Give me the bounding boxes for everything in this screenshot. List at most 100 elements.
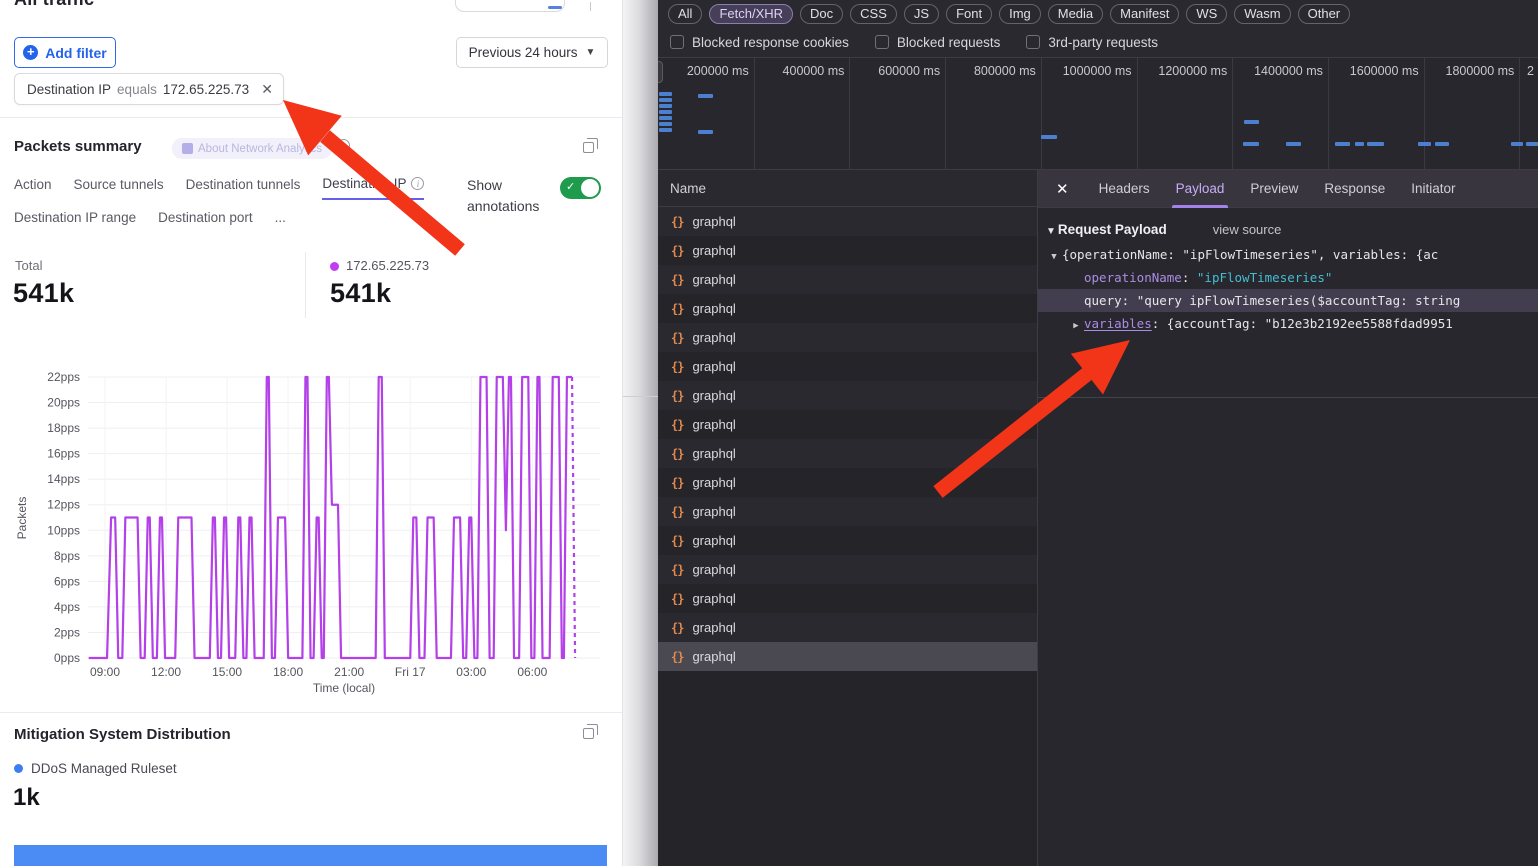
close-icon[interactable]: ✕ xyxy=(1056,180,1069,198)
request-row[interactable]: {}graphql xyxy=(658,381,1037,410)
detail-tab-headers[interactable]: Headers xyxy=(1099,170,1150,208)
checkbox-blocked-response-cookies[interactable]: Blocked response cookies xyxy=(670,35,849,50)
timeline-tick-label: 1000000 ms xyxy=(1063,64,1132,78)
about-network-analytics-badge[interactable]: About Network Analytics xyxy=(172,138,332,159)
request-row[interactable]: {}graphql xyxy=(658,207,1037,236)
svg-text:Fri 17: Fri 17 xyxy=(395,665,426,679)
filter-tab-ws[interactable]: WS xyxy=(1186,4,1227,24)
svg-text:22pps: 22pps xyxy=(47,370,80,384)
checkbox-3rd-party-requests[interactable]: 3rd-party requests xyxy=(1026,35,1158,50)
packets-summary-tabs-row1: Action Source tunnels Destination tunnels D… xyxy=(14,176,424,200)
filter-tab-all[interactable]: All xyxy=(668,4,702,24)
svg-text:03:00: 03:00 xyxy=(456,665,486,679)
payload-summary-line[interactable]: ▼{operationName: "ipFlowTimeseries", var… xyxy=(1038,243,1538,266)
request-row[interactable]: {}graphql xyxy=(658,294,1037,323)
tab-action[interactable]: Action xyxy=(14,176,52,200)
request-timing-mark xyxy=(659,122,672,126)
filter-tab-font[interactable]: Font xyxy=(946,4,992,24)
show-annotations-toggle[interactable]: ✓ xyxy=(560,177,601,199)
tab-source-tunnels[interactable]: Source tunnels xyxy=(74,176,164,200)
request-timing-mark xyxy=(659,116,672,120)
svg-text:14pps: 14pps xyxy=(47,472,80,486)
tab-destination-ip[interactable]: Destination IPi xyxy=(322,176,424,200)
request-row[interactable]: {}graphql xyxy=(658,613,1037,642)
svg-text:0pps: 0pps xyxy=(54,651,80,665)
filter-tab-img[interactable]: Img xyxy=(999,4,1041,24)
filter-tab-js[interactable]: JS xyxy=(904,4,939,24)
request-row[interactable]: {}graphql xyxy=(658,265,1037,294)
timeline-gridline xyxy=(1328,58,1329,170)
request-payload-section[interactable]: ▼Request Payload xyxy=(1046,222,1167,237)
request-row[interactable]: {}graphql xyxy=(658,555,1037,584)
divider xyxy=(305,252,306,318)
json-braces-icon: {} xyxy=(671,360,683,374)
json-braces-icon: {} xyxy=(671,302,683,316)
request-row[interactable]: {}graphql xyxy=(658,323,1037,352)
request-row[interactable]: {}graphql xyxy=(658,352,1037,381)
filter-tab-css[interactable]: CSS xyxy=(850,4,897,24)
triangle-down-icon[interactable]: ▼ xyxy=(1046,246,1062,266)
filter-tab-doc[interactable]: Doc xyxy=(800,4,843,24)
request-timing-mark xyxy=(659,92,672,96)
timeline-tick-label: 800000 ms xyxy=(974,64,1036,78)
name-column-header[interactable]: Name xyxy=(658,170,1037,207)
svg-text:06:00: 06:00 xyxy=(517,665,547,679)
svg-text:16pps: 16pps xyxy=(47,447,80,461)
copy-panel-icon[interactable] xyxy=(583,728,594,739)
filter-tab-media[interactable]: Media xyxy=(1048,4,1103,24)
tab--[interactable]: ... xyxy=(275,210,286,232)
detail-tab-initiator[interactable]: Initiator xyxy=(1411,170,1455,208)
json-braces-icon: {} xyxy=(671,505,683,519)
timeline-tick-label: 1400000 ms xyxy=(1254,64,1323,78)
request-timing-mark xyxy=(1286,142,1301,146)
checkbox-blocked-requests[interactable]: Blocked requests xyxy=(875,35,1001,50)
request-list: Name {}graphql{}graphql{}graphql{}graphq… xyxy=(658,170,1038,866)
total-value: 541k xyxy=(13,278,74,309)
json-braces-icon: {} xyxy=(671,273,683,287)
timeline-gridline xyxy=(1232,58,1233,170)
request-row[interactable]: {}graphql xyxy=(658,526,1037,555)
payload-operation-line[interactable]: operationName: "ipFlowTimeseries" xyxy=(1038,266,1538,289)
filter-tab-fetch-xhr[interactable]: Fetch/XHR xyxy=(709,4,793,24)
request-row[interactable]: {}graphql xyxy=(658,497,1037,526)
filter-tab-manifest[interactable]: Manifest xyxy=(1110,4,1179,24)
request-row[interactable]: {}graphql xyxy=(658,410,1037,439)
filter-chip[interactable]: Destination IP equals 172.65.225.73 ✕ xyxy=(14,73,284,105)
timeline-drag-handle[interactable] xyxy=(658,61,663,83)
request-detail-panel: ✕ Headers Payload Preview Response Initiator… xyxy=(1038,170,1538,866)
detail-tab-response[interactable]: Response xyxy=(1324,170,1385,208)
tab-destination-port[interactable]: Destination port xyxy=(158,210,253,232)
copy-panel-icon[interactable] xyxy=(583,142,594,153)
triangle-right-icon[interactable]: ▶ xyxy=(1068,315,1084,335)
detail-tab-preview[interactable]: Preview xyxy=(1250,170,1298,208)
series-legend-dot xyxy=(330,262,339,271)
timeline-gridline xyxy=(945,58,946,170)
tab-destination-ip-range[interactable]: Destination IP range xyxy=(14,210,136,232)
checkbox-icon xyxy=(1026,35,1040,49)
request-row[interactable]: {}graphql xyxy=(658,642,1037,671)
request-row[interactable]: {}graphql xyxy=(658,236,1037,265)
add-filter-button[interactable]: + Add filter xyxy=(14,37,116,68)
detail-tab-payload[interactable]: Payload xyxy=(1176,170,1225,208)
request-row[interactable]: {}graphql xyxy=(658,584,1037,613)
tab-destination-tunnels[interactable]: Destination tunnels xyxy=(186,176,301,200)
filter-tab-other[interactable]: Other xyxy=(1298,4,1351,24)
json-braces-icon: {} xyxy=(671,244,683,258)
time-range-dropdown[interactable]: Previous 24 hours ▼ xyxy=(456,37,608,68)
payload-variables-line[interactable]: ▶variables: {accountTag: "b12e3b2192ee55… xyxy=(1038,312,1538,335)
request-row[interactable]: {}graphql xyxy=(658,468,1037,497)
svg-text:8pps: 8pps xyxy=(54,549,80,563)
request-row[interactable]: {}graphql xyxy=(658,439,1037,468)
filter-tab-wasm[interactable]: Wasm xyxy=(1234,4,1290,24)
payload-query-line[interactable]: query: "query ipFlowTimeseries($accountT… xyxy=(1038,289,1538,312)
svg-text:4pps: 4pps xyxy=(54,600,80,614)
svg-text:18pps: 18pps xyxy=(47,421,80,435)
view-source-link[interactable]: view source xyxy=(1213,222,1282,237)
network-overview-timeline[interactable]: 200000 ms400000 ms600000 ms800000 ms1000… xyxy=(658,58,1538,170)
book-icon xyxy=(182,143,193,154)
mitigation-legend: DDoS Managed Ruleset xyxy=(14,761,177,776)
request-timing-mark xyxy=(1243,142,1259,146)
remove-filter-icon[interactable]: ✕ xyxy=(261,81,273,98)
svg-text:21:00: 21:00 xyxy=(334,665,364,679)
packets-summary-tabs-row2: Destination IP range Destination port... xyxy=(14,210,286,232)
